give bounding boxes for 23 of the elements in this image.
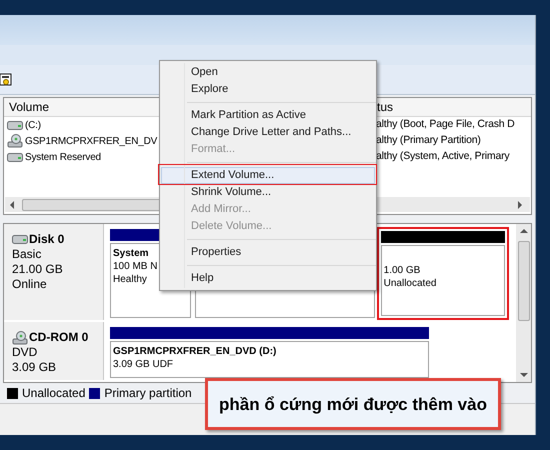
partition-title: GSP1RMCPRXFRER_EN_DVD (D:) bbox=[113, 345, 278, 358]
volume-status: althy (Primary Partition) bbox=[376, 133, 481, 148]
partition-text: Healthy bbox=[113, 273, 148, 286]
partition-title: System bbox=[113, 247, 150, 260]
partition-text: 3.09 GB UDF bbox=[113, 358, 174, 371]
volume-name: System Reserved bbox=[25, 150, 101, 164]
partition-text: Unallocated bbox=[384, 277, 438, 290]
disk-info: 3.09 GB bbox=[12, 360, 58, 375]
disk-info: 21.00 GB bbox=[12, 262, 64, 277]
volume-name: GSP1RMCPRXFRER_EN_DV bbox=[25, 134, 158, 148]
annotation-callout: phần ổ cứng mới được thêm vào bbox=[205, 378, 501, 430]
partition-text: 1.00 GB bbox=[384, 264, 422, 277]
disk-info: Basic bbox=[12, 247, 42, 262]
disk-info: DVD bbox=[12, 345, 38, 360]
disk-name: CD-ROM 0 bbox=[29, 330, 88, 345]
disk-name: Disk 0 bbox=[29, 232, 64, 247]
volume-status: althy (System, Active, Primary bbox=[376, 149, 510, 164]
volume-name: (C:) bbox=[25, 118, 41, 132]
legend-label: Primary partition bbox=[104, 385, 192, 402]
volume-status: althy (Boot, Page File, Crash D bbox=[376, 117, 515, 132]
disk-info: Online bbox=[12, 277, 48, 292]
legend-label: Unallocated bbox=[22, 385, 86, 402]
partition-text: 100 MB N bbox=[113, 260, 158, 273]
